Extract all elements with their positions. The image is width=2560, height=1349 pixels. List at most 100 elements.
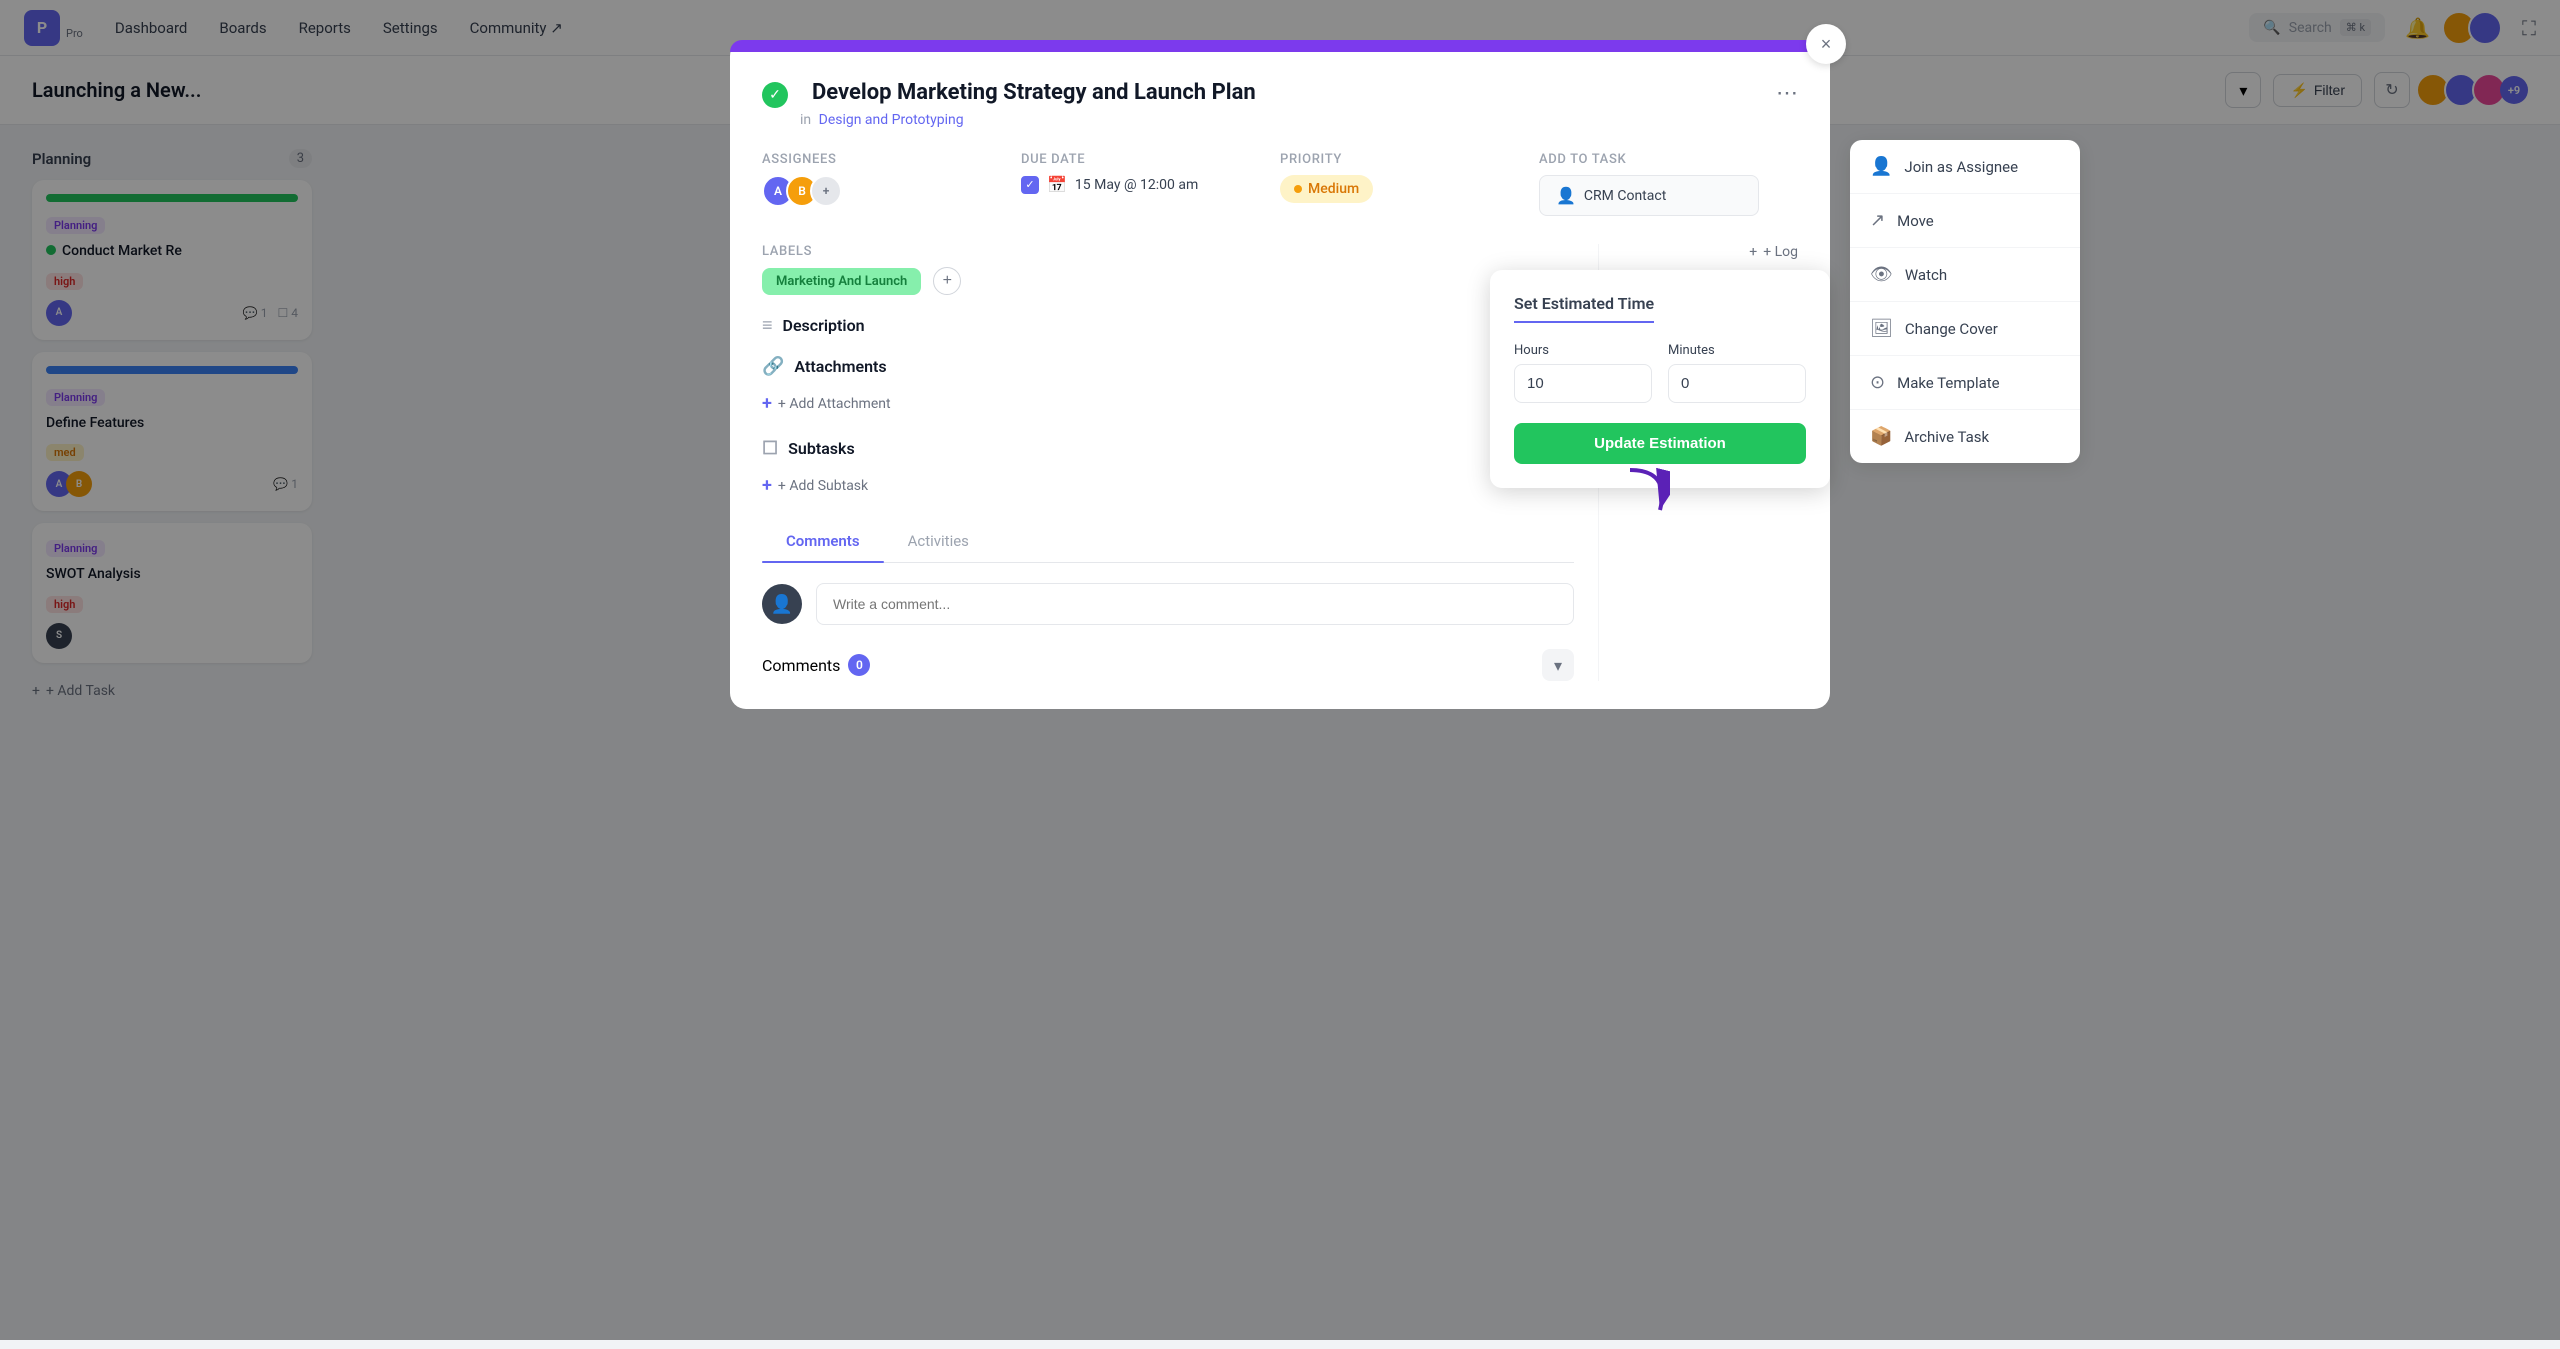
log-label: + Log [1763, 244, 1798, 260]
priority-label: Priority [1280, 152, 1539, 167]
minutes-input[interactable] [1668, 364, 1806, 403]
user-circle-icon: 👤 [1870, 156, 1892, 177]
subtasks-label: Subtasks [788, 439, 855, 458]
subtitle-prefix: in [800, 112, 811, 128]
subtasks-section: ☐ Subtasks + + Add Subtask [762, 438, 1574, 500]
estimated-time-popup: Set Estimated Time Hours Minutes Update … [1490, 270, 1830, 488]
priority-badge[interactable]: Medium [1280, 175, 1373, 203]
add-subtask-button[interactable]: + + Add Subtask [762, 471, 1574, 500]
join-assignee-option[interactable]: 👤 Join as Assignee [1850, 140, 2080, 194]
comments-expand-button[interactable]: ▾ [1542, 649, 1574, 681]
watch-label: Watch [1905, 266, 1947, 284]
hours-input[interactable] [1514, 364, 1652, 403]
update-estimation-button[interactable]: Update Estimation [1514, 423, 1806, 464]
add-to-task-label: ADD TO TASK [1539, 152, 1798, 167]
move-option[interactable]: ↗ Move [1850, 194, 2080, 248]
subtitle-link[interactable]: Design and Prototyping [819, 112, 964, 128]
join-assignee-label: Join as Assignee [1904, 158, 2018, 176]
attachments-title: 🔗 Attachments [762, 356, 1574, 377]
assignees-label: Assignees [762, 152, 1021, 167]
modal-main-col: Labels Marketing And Launch + ≡ Descript… [762, 244, 1598, 681]
add-to-task-field: ADD TO TASK 👤 CRM Contact [1539, 152, 1798, 216]
plus-icon-attachment: + [762, 393, 772, 414]
assignees-field: Assignees A B + [762, 152, 1021, 216]
plus-icon-log: + [1749, 244, 1757, 260]
add-label-button[interactable]: + [933, 267, 961, 295]
task-options-panel: 👤 Join as Assignee ↗ Move 👁 Watch 🖼 Chan… [1850, 140, 2080, 463]
make-template-label: Make Template [1897, 374, 2000, 392]
attachments-section: 🔗 Attachments + + Add Attachment [762, 356, 1574, 418]
plus-icon-subtask: + [762, 475, 772, 496]
crm-contact-button[interactable]: 👤 CRM Contact [1539, 175, 1759, 216]
eye-icon: 👁 [1870, 264, 1893, 285]
priority-value: Medium [1308, 181, 1359, 197]
chevron-down-icon: ▾ [1554, 656, 1562, 675]
close-button[interactable]: × [1806, 24, 1846, 64]
task-complete-check[interactable]: ✓ [762, 82, 788, 108]
due-check-icon: ✓ [1021, 176, 1039, 194]
move-icon: ↗ [1870, 210, 1885, 231]
calendar-icon: 📅 [1047, 175, 1067, 194]
priority-field: Priority Medium [1280, 152, 1539, 216]
change-cover-label: Change Cover [1905, 320, 1998, 338]
task-title: Develop Marketing Strategy and Launch Pl… [812, 80, 1776, 105]
comments-footer: Comments 0 ▾ [762, 649, 1574, 681]
modal-title-group: ✓ Develop Marketing Strategy and Launch … [762, 80, 1776, 108]
archive-task-option[interactable]: 📦 Archive Task [1850, 410, 2080, 463]
make-template-option[interactable]: ⊙ Make Template [1850, 356, 2080, 410]
assignee-avatars: A B + [762, 175, 1021, 207]
comment-area: 👤 [762, 583, 1574, 625]
description-title: ≡ Description [762, 315, 1574, 336]
avatar-icon: 👤 [771, 594, 793, 615]
comment-input[interactable] [816, 583, 1574, 625]
est-popup-title-text: Set Estimated Time [1514, 294, 1654, 323]
more-options-button[interactable]: ⋯ [1776, 80, 1798, 106]
image-icon: 🖼 [1870, 318, 1893, 339]
commenter-avatar: 👤 [762, 584, 802, 624]
minutes-field: Minutes [1668, 343, 1806, 403]
move-label: Move [1897, 212, 1934, 230]
change-cover-option[interactable]: 🖼 Change Cover [1850, 302, 2080, 356]
hours-field: Hours [1514, 343, 1652, 403]
minutes-label: Minutes [1668, 343, 1806, 358]
tabs-row: Comments Activities [762, 520, 1574, 563]
log-row: + + Log [1619, 244, 1798, 260]
watch-option[interactable]: 👁 Watch [1850, 248, 2080, 302]
modal-title-row: ✓ Develop Marketing Strategy and Launch … [762, 80, 1798, 108]
modal-fields: Assignees A B + Due Date ✓ 📅 15 May @ 12… [762, 152, 1798, 216]
priority-dot [1294, 185, 1302, 193]
due-date-row: ✓ 📅 15 May @ 12:00 am [1021, 175, 1280, 194]
description-section: ≡ Description [762, 315, 1574, 336]
due-date-value: 15 May @ 12:00 am [1075, 177, 1198, 193]
template-icon: ⊙ [1870, 372, 1885, 393]
add-attachment-label: + Add Attachment [778, 396, 891, 412]
attachments-label: Attachments [794, 357, 886, 376]
user-icon: 👤 [1556, 186, 1576, 205]
labels-label: Labels [762, 244, 1574, 259]
due-date-field: Due Date ✓ 📅 15 May @ 12:00 am [1021, 152, 1280, 216]
comments-count-badge: 0 [848, 654, 870, 676]
archive-task-label: Archive Task [1904, 428, 1989, 446]
log-button[interactable]: + + Log [1749, 244, 1798, 260]
archive-icon: 📦 [1870, 426, 1892, 447]
task-modal: × ✓ Develop Marketing Strategy and Launc… [730, 40, 1830, 709]
tab-activities[interactable]: Activities [884, 520, 993, 562]
est-popup-title: Set Estimated Time [1514, 294, 1806, 327]
due-date-label: Due Date [1021, 152, 1280, 167]
subtasks-title: ☐ Subtasks [762, 438, 1574, 459]
add-subtask-label: + Add Subtask [778, 478, 868, 494]
comments-label: Comments [762, 656, 840, 675]
hours-label: Hours [1514, 343, 1652, 358]
description-icon: ≡ [762, 315, 773, 336]
attachment-icon: 🔗 [762, 356, 784, 377]
labels-section: Labels Marketing And Launch + [762, 244, 1574, 295]
label-marketing[interactable]: Marketing And Launch [762, 268, 921, 295]
modal-header-bar [730, 40, 1830, 52]
tab-comments[interactable]: Comments [762, 520, 884, 562]
description-label: Description [783, 316, 865, 335]
est-fields: Hours Minutes [1514, 343, 1806, 403]
subtask-icon: ☐ [762, 438, 778, 459]
add-attachment-button[interactable]: + + Add Attachment [762, 389, 1574, 418]
crm-label: CRM Contact [1584, 188, 1666, 204]
assignee-add-btn[interactable]: + [810, 175, 842, 207]
